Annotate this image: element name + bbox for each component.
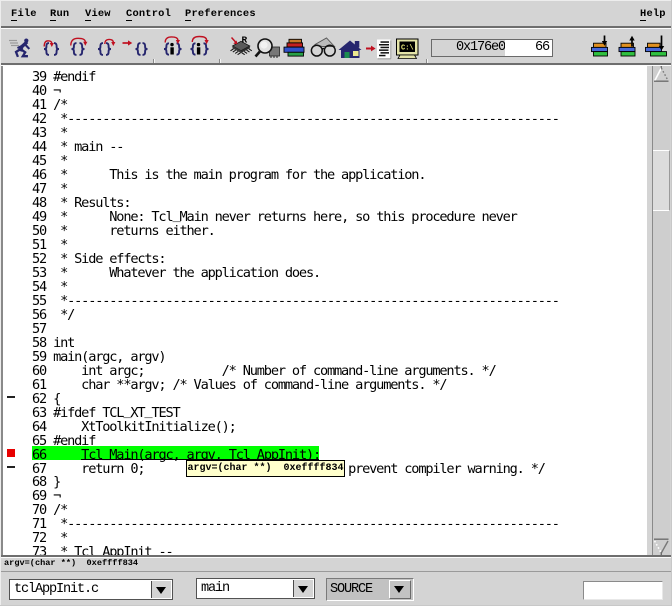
svg-text:C:\: C:\ [401, 45, 414, 53]
svg-text:R: R [242, 35, 248, 46]
